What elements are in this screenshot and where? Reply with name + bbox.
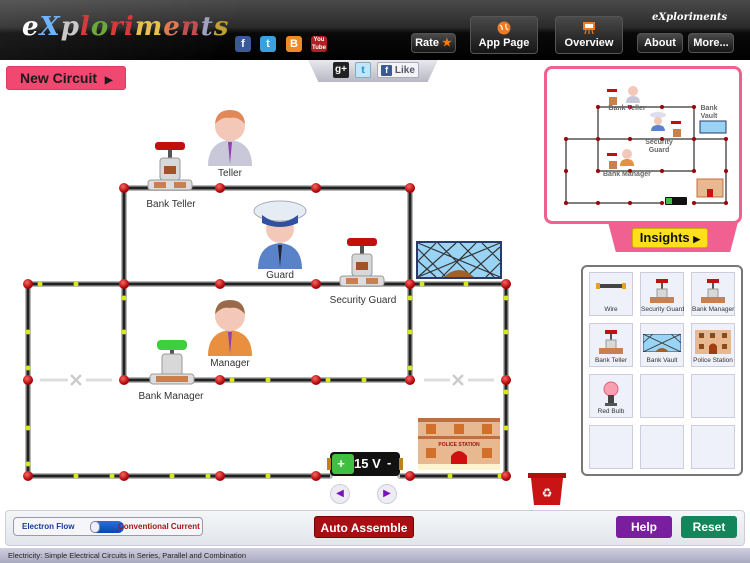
insights-label: Insights — [639, 230, 690, 245]
palette-item-red-bulb[interactable]: Red Bulb — [589, 374, 633, 418]
manager-person — [208, 300, 252, 356]
palette-label: Red Bulb — [597, 408, 625, 415]
preview-security-guard-label: Security Guard — [645, 139, 673, 154]
security-guard-label: Security Guard — [329, 295, 397, 306]
facebook-like-button[interactable]: f Like — [377, 62, 419, 78]
facebook-icon[interactable]: f — [235, 36, 251, 52]
like-label: Like — [394, 65, 415, 76]
presentation-icon — [583, 22, 595, 35]
circuit-wires: POLICE STATION — [23, 110, 511, 481]
palette-item-bank-manager[interactable]: Bank Manager — [691, 272, 735, 316]
app-page-button[interactable]: App Page — [470, 16, 538, 54]
current-direction-toggle[interactable]: Electron Flow Conventional Current — [13, 517, 203, 536]
chevron-right-icon: ▶ — [693, 234, 701, 244]
guard-label: Guard — [266, 270, 294, 281]
palette-item-police-station[interactable]: Police Station — [691, 323, 735, 367]
about-button[interactable]: About — [637, 33, 683, 53]
new-circuit-label: New Circuit — [20, 70, 98, 86]
blogger-icon[interactable]: B — [286, 36, 302, 52]
star-icon: ★ — [442, 37, 452, 49]
palette-label: Security Guard — [641, 306, 685, 313]
overview-label: Overview — [564, 37, 614, 49]
manager-label: Manager — [210, 358, 250, 369]
circuit-canvas[interactable]: POLICE STATION Bank Teller Teller Guard … — [0, 95, 566, 515]
palette-item-bank-teller[interactable]: Bank Teller — [589, 323, 633, 367]
bank-manager-label: Bank Manager — [138, 391, 204, 402]
twitter-icon[interactable]: t — [260, 36, 276, 52]
explorim-logo[interactable]: eXploriments — [22, 12, 229, 42]
new-circuit-button[interactable]: New Circuit ▶ — [6, 66, 126, 90]
security-guard-switch — [339, 238, 385, 287]
palette-label: Bank Teller — [594, 357, 628, 364]
bulb-icon — [603, 381, 619, 406]
component-palette: Wire Security Guard Bank Manager Bank Te… — [581, 265, 743, 476]
guard-person — [253, 200, 307, 269]
police-station: POLICE STATION — [418, 418, 500, 470]
bank-teller-label: Bank Teller — [146, 199, 196, 210]
palette-empty-slot — [640, 374, 684, 418]
svg-text:♻: ♻ — [542, 486, 553, 500]
bank-manager-switch — [149, 340, 195, 385]
palette-label: Bank Vault — [646, 357, 678, 364]
electron-flow-label: Electron Flow — [22, 522, 75, 531]
trash-bin[interactable]: ♻ — [528, 473, 566, 505]
teller-person — [208, 110, 252, 166]
chevron-right-icon: ▶ — [104, 75, 113, 86]
preview-bank-teller-label: Bank Teller — [608, 105, 646, 112]
conventional-current-label: Conventional Current — [118, 522, 200, 531]
mini-logo: eXploriments — [652, 12, 728, 23]
teller-label: Teller — [218, 168, 242, 179]
google-plus-icon[interactable]: g+ — [333, 62, 349, 78]
help-button[interactable]: Help — [616, 516, 672, 538]
youtube-icon[interactable]: You Tube — [311, 36, 327, 52]
palette-item-bank-vault[interactable]: Bank Vault — [640, 323, 684, 367]
voltage-decrease-button[interactable]: ◀ — [330, 484, 350, 504]
preview-bank-manager-label: Bank Manager — [603, 171, 651, 178]
palette-label: Police Station — [693, 357, 733, 364]
switch-icon — [701, 279, 725, 303]
overview-button[interactable]: Overview — [555, 16, 623, 54]
reset-button[interactable]: Reset — [681, 516, 737, 538]
auto-assemble-button[interactable]: Auto Assemble — [314, 516, 414, 538]
facebook-icon: f — [381, 65, 393, 76]
twitter-share-icon[interactable]: t — [355, 62, 371, 78]
rate-label: Rate — [415, 37, 439, 49]
battery-plus: + — [337, 456, 345, 471]
bank-teller-switch — [147, 142, 193, 191]
app-page-label: App Page — [478, 37, 530, 49]
switch-icon — [650, 279, 674, 303]
more-button[interactable]: More... — [688, 33, 734, 53]
insights-button[interactable]: Insights ▶ — [632, 228, 708, 248]
battery-voltage: 15 V — [354, 456, 381, 471]
battery-minus: - — [387, 455, 392, 470]
app-header: eXploriments f t B You Tube Rate ★ App Pa… — [0, 0, 750, 60]
palette-empty-slot — [640, 425, 684, 469]
switch-icon — [599, 330, 623, 354]
bank-vault — [416, 241, 502, 279]
wire-icon — [596, 283, 626, 289]
status-bar: Electricity: Simple Electrical Circuits … — [0, 548, 750, 563]
police-station-icon — [695, 330, 731, 354]
palette-empty-slot — [691, 425, 735, 469]
preview-bank-vault-label: Bank Vault — [700, 105, 718, 120]
palette-empty-slot — [691, 374, 735, 418]
recycle-bin-icon: ♻ — [528, 473, 566, 505]
toggle-knob[interactable] — [90, 521, 100, 533]
palette-item-wire[interactable]: Wire — [589, 272, 633, 316]
voltage-increase-button[interactable]: ▶ — [377, 484, 397, 504]
rate-button[interactable]: Rate ★ — [411, 33, 456, 53]
globe-icon — [497, 21, 511, 35]
vault-icon — [643, 334, 681, 352]
palette-label: Wire — [604, 306, 618, 313]
svg-text:POLICE STATION: POLICE STATION — [438, 442, 480, 448]
palette-label: Bank Manager — [692, 306, 735, 313]
palette-item-security-guard[interactable]: Security Guard — [640, 272, 684, 316]
palette-empty-slot — [589, 425, 633, 469]
circuit-preview[interactable]: Bank Teller Bank Vault Security Guard Ba… — [544, 66, 742, 224]
